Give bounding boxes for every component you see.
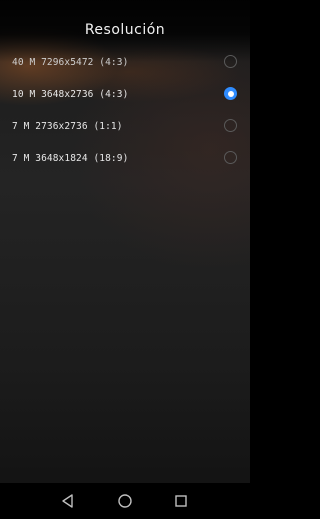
radio-unchecked-icon[interactable] [224, 151, 237, 164]
home-button[interactable] [115, 491, 135, 511]
system-navigation-bar [0, 483, 250, 519]
resolution-option-10m[interactable]: 10 M 3648x2736 (4:3) [0, 78, 250, 110]
back-button[interactable] [58, 491, 78, 511]
resolution-label: 10 M 3648x2736 (4:3) [12, 88, 129, 100]
resolution-label: 40 M 7296x5472 (4:3) [12, 56, 129, 68]
resolution-option-40m[interactable]: 40 M 7296x5472 (4:3) [0, 46, 250, 78]
resolution-label: 7 M 2736x2736 (1:1) [12, 120, 123, 132]
camera-settings-screen: Resolución 40 M 7296x5472 (4:3) 10 M 364… [0, 0, 250, 519]
triangle-back-icon [62, 494, 73, 508]
resolution-option-7m-square[interactable]: 7 M 2736x2736 (1:1) [0, 110, 250, 142]
resolution-option-7m-wide[interactable]: 7 M 3648x1824 (18:9) [0, 142, 250, 174]
circle-home-icon [118, 494, 132, 508]
radio-unchecked-icon[interactable] [224, 119, 237, 132]
square-recents-icon [175, 495, 187, 507]
page-title: Resolución [84, 22, 166, 38]
resolution-list: 40 M 7296x5472 (4:3) 10 M 3648x2736 (4:3… [0, 46, 250, 174]
radio-unchecked-icon[interactable] [224, 55, 237, 68]
radio-checked-icon[interactable] [224, 87, 237, 100]
recents-button[interactable] [171, 491, 191, 511]
resolution-label: 7 M 3648x1824 (18:9) [12, 152, 129, 164]
